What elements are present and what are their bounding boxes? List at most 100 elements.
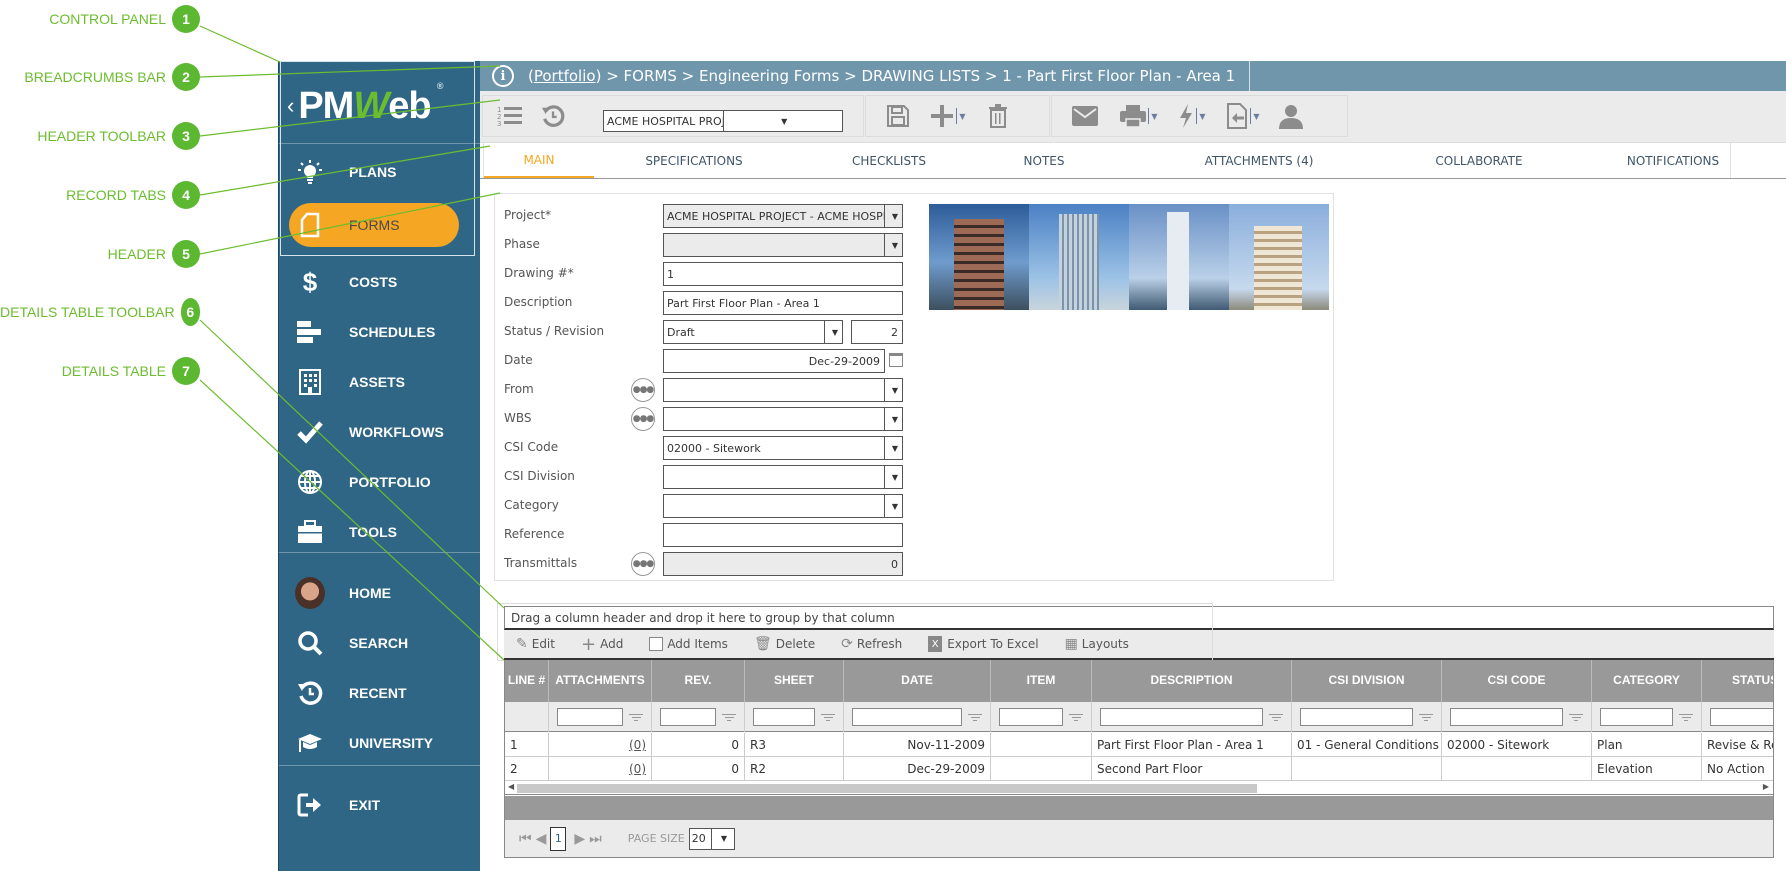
chevron-down-icon[interactable]: ▼ <box>884 437 902 459</box>
column-header-csi-division[interactable]: CSI DIVISION <box>1292 660 1442 702</box>
filter-input[interactable] <box>753 708 815 726</box>
filter-icon[interactable] <box>629 713 643 721</box>
filter-icon[interactable] <box>1269 713 1283 721</box>
filter-icon[interactable] <box>968 713 982 721</box>
sidebar-item-portfolio[interactable]: PORTFOLIO <box>279 460 481 504</box>
chevron-down-icon[interactable]: ▼ <box>824 321 842 343</box>
more-options-icon[interactable]: ●●● <box>631 552 655 576</box>
chevron-down-icon[interactable]: ▼ <box>711 828 734 849</box>
filter-icon[interactable] <box>722 713 736 721</box>
filter-input[interactable] <box>1710 708 1773 726</box>
date-input[interactable]: Dec-29-2009 <box>663 349 885 373</box>
add-button[interactable]: + Add <box>581 634 623 655</box>
sidebar-item-forms[interactable]: FORMS <box>289 203 459 247</box>
last-page-icon[interactable]: ⏭ <box>589 831 602 847</box>
chevron-down-icon[interactable]: ▼ <box>884 234 902 256</box>
calendar-icon[interactable] <box>889 353 903 367</box>
sidebar-item-schedules[interactable]: SCHEDULES <box>279 310 481 354</box>
filter-icon[interactable] <box>1419 713 1433 721</box>
sidebar-item-home[interactable]: HOME <box>279 571 481 615</box>
cell-attachments[interactable]: (0) <box>549 733 652 757</box>
sidebar-item-workflows[interactable]: WORKFLOWS <box>279 410 481 454</box>
collapse-chevron-icon[interactable]: ‹ <box>287 93 294 119</box>
chevron-down-icon[interactable]: ▼ <box>884 379 902 401</box>
tab-notes[interactable]: NOTES <box>1004 143 1084 179</box>
tab-collaborate[interactable]: COLLABORATE <box>1414 143 1544 179</box>
delete-icon[interactable] <box>988 100 1008 132</box>
csi-division-select[interactable]: ▼ <box>663 465 903 489</box>
import-dropdown-caret[interactable]: ▼ <box>1250 108 1262 124</box>
column-header-csi-code[interactable]: CSI CODE <box>1442 660 1592 702</box>
column-header-rev[interactable]: REV. <box>652 660 745 702</box>
filter-input[interactable] <box>1450 708 1563 726</box>
column-header-category[interactable]: CATEGORY <box>1592 660 1702 702</box>
chevron-down-icon[interactable]: ▼ <box>884 495 902 517</box>
filter-input[interactable] <box>1600 708 1673 726</box>
project-select[interactable]: ACME HOSPITAL PROJECT - ACME HOSPITAL ▼ <box>663 204 903 228</box>
from-select[interactable]: ▼ <box>663 378 903 402</box>
column-header-description[interactable]: DESCRIPTION <box>1092 660 1292 702</box>
phase-select[interactable]: ▼ <box>663 233 903 257</box>
scroll-right-arrow-icon[interactable]: ▶ <box>1763 782 1769 791</box>
delete-button[interactable]: 🗑 Delete <box>754 636 815 652</box>
sidebar-item-assets[interactable]: ASSETS <box>279 360 481 404</box>
layouts-button[interactable]: ▦ Layouts <box>1065 636 1129 652</box>
column-header-status[interactable]: STATUS <box>1702 660 1773 702</box>
cell-attachments[interactable]: (0) <box>549 757 652 781</box>
workflow-dropdown-caret[interactable]: ▼ <box>1196 108 1208 124</box>
group-by-drop-area[interactable]: Drag a column header and drop it here to… <box>504 606 1774 630</box>
column-header-attachments[interactable]: ATTACHMENTS <box>549 660 652 702</box>
filter-input[interactable] <box>852 708 962 726</box>
first-page-icon[interactable]: ⏮ <box>519 831 532 847</box>
breadcrumb-portfolio-link[interactable]: Portfolio <box>534 67 596 85</box>
revision-input[interactable]: 2 <box>851 320 903 344</box>
sidebar-item-tools[interactable]: TOOLS <box>279 510 481 554</box>
refresh-button[interactable]: ⟳ Refresh <box>841 636 902 652</box>
page-size-select[interactable]: 20 ▼ <box>688 827 735 850</box>
column-header-item[interactable]: ITEM <box>991 660 1092 702</box>
user-icon[interactable] <box>1278 100 1304 132</box>
previous-page-icon[interactable]: ◀ <box>536 831 547 847</box>
attachments-link[interactable]: (0) <box>629 762 646 776</box>
chevron-down-icon[interactable]: ▼ <box>884 466 902 488</box>
filter-input[interactable] <box>660 708 716 726</box>
import-document-icon[interactable] <box>1226 100 1248 132</box>
column-header-line[interactable]: LINE # <box>505 660 549 702</box>
column-header-date[interactable]: DATE <box>844 660 991 702</box>
print-dropdown-caret[interactable]: ▼ <box>1148 108 1160 124</box>
add-items-button[interactable]: Add Items <box>649 637 728 651</box>
print-icon[interactable] <box>1120 100 1146 132</box>
category-select[interactable]: ▼ <box>663 494 903 518</box>
column-header-sheet[interactable]: SHEET <box>745 660 844 702</box>
filter-icon[interactable] <box>1679 713 1693 721</box>
next-page-icon[interactable]: ▶ <box>574 831 585 847</box>
sidebar-item-university[interactable]: UNIVERSITY <box>279 721 481 765</box>
sidebar-item-plans[interactable]: PLANS <box>279 150 481 194</box>
sidebar-item-exit[interactable]: EXIT <box>279 783 481 827</box>
edit-button[interactable]: ✎ Edit <box>516 636 555 652</box>
scroll-left-arrow-icon[interactable]: ◀ <box>508 782 514 791</box>
info-icon[interactable]: i <box>492 65 514 87</box>
wbs-select[interactable]: ▼ <box>663 407 903 431</box>
tab-attachments[interactable]: ATTACHMENTS (4) <box>1184 143 1334 179</box>
chevron-down-icon[interactable]: ▼ <box>884 408 902 430</box>
tab-main[interactable]: MAIN <box>484 143 594 179</box>
tab-specifications[interactable]: SPECIFICATIONS <box>624 143 764 179</box>
numbered-list-icon[interactable]: 123 <box>497 100 523 132</box>
email-icon[interactable] <box>1072 100 1098 132</box>
status-select[interactable]: Draft ▼ <box>663 320 843 344</box>
filter-input[interactable] <box>1300 708 1413 726</box>
table-row[interactable]: 2 (0) 0 R2 Dec-29-2009 Second Part Floor… <box>505 757 1773 781</box>
filter-icon[interactable] <box>821 713 835 721</box>
save-icon[interactable] <box>886 100 910 132</box>
filter-input[interactable] <box>999 708 1063 726</box>
csi-code-select[interactable]: 02000 - Sitework ▼ <box>663 436 903 460</box>
add-icon[interactable] <box>930 100 954 132</box>
chevron-down-icon[interactable]: ▼ <box>884 205 902 227</box>
scrollbar-thumb[interactable] <box>517 784 1257 793</box>
tab-checklists[interactable]: CHECKLISTS <box>834 143 944 179</box>
tab-notifications[interactable]: NOTIFICATIONS <box>1614 143 1732 179</box>
drawing-number-input[interactable]: 1 <box>663 262 903 286</box>
reference-input[interactable] <box>663 523 903 547</box>
description-input[interactable]: Part First Floor Plan - Area 1 <box>663 291 903 315</box>
